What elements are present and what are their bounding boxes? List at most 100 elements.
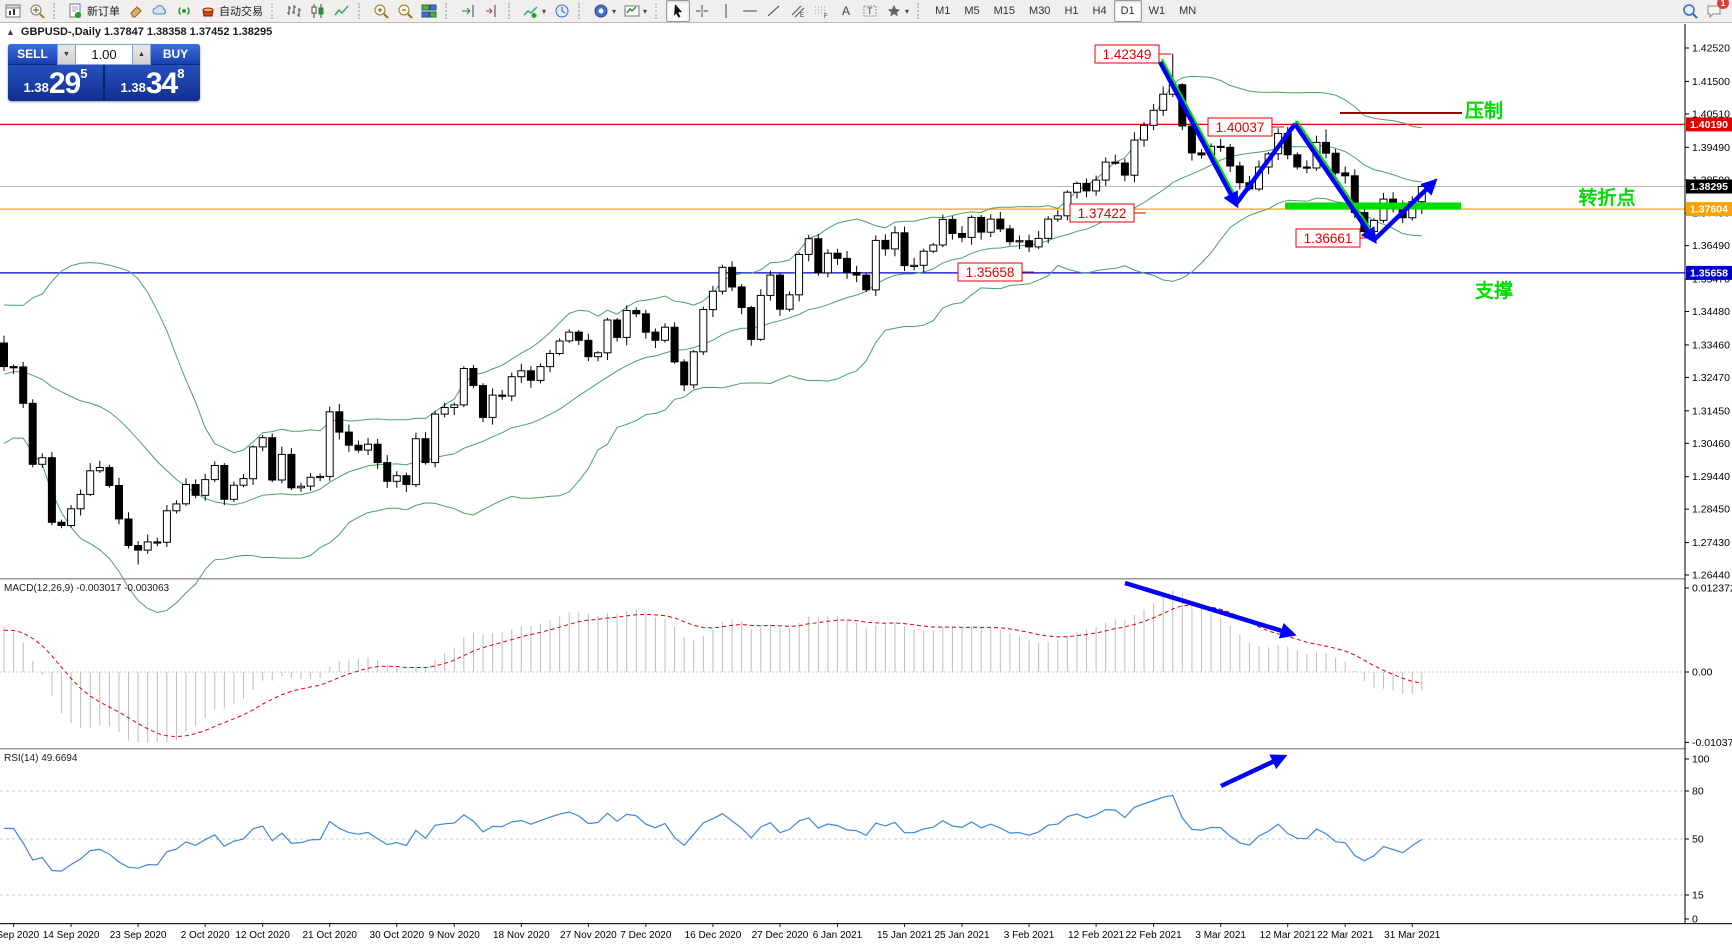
candle-body: [1380, 199, 1387, 220]
candle-body: [173, 504, 180, 511]
candle-body: [1, 343, 8, 367]
date-axis-label: 31 Mar 2021: [1384, 930, 1441, 941]
candle-body: [1006, 229, 1013, 242]
price-axis-label: 1.41500: [1692, 76, 1730, 88]
candle-body: [211, 466, 218, 480]
candle-body: [183, 485, 190, 504]
candle-body: [499, 395, 506, 396]
candle-body: [288, 454, 295, 487]
candle-body: [527, 371, 534, 381]
sell-price-point: 5: [80, 66, 87, 81]
candle-body: [163, 511, 170, 543]
candle-body: [412, 439, 419, 485]
candle-body: [901, 233, 908, 266]
rsi-trend-arrow[interactable]: [1221, 757, 1283, 786]
candle-body: [1102, 162, 1109, 180]
candle-body: [48, 458, 55, 523]
candle-body: [154, 542, 161, 543]
resistance-annotation: 压制: [1465, 99, 1503, 122]
candle-body: [930, 245, 937, 251]
candle-body: [1074, 183, 1081, 192]
mt4-terminal: { "toolbar": { "groups": [ {"name":"wind…: [0, 0, 1732, 944]
pane-separator[interactable]: [0, 748, 1685, 750]
price-axis-label: 1.27430: [1692, 537, 1730, 549]
candle-body: [336, 412, 343, 432]
candle-body: [192, 485, 199, 496]
support-annotation: 支撑: [1474, 279, 1513, 302]
date-axis-label: 4 Sep 2020: [0, 930, 40, 941]
candle-body: [384, 463, 391, 482]
candle-body: [345, 432, 352, 445]
candle-body: [29, 403, 36, 464]
candle-body: [767, 275, 774, 295]
zigzag-arrow-segment[interactable]: [1295, 124, 1374, 240]
candle-body: [1035, 238, 1042, 247]
price-axis-badge-text: 1.38295: [1690, 181, 1728, 193]
candle-body: [575, 332, 582, 340]
candle-body: [10, 367, 17, 368]
date-axis-label: 30 Oct 2020: [370, 930, 425, 941]
sell-price[interactable]: 1.38 29 5: [8, 65, 103, 101]
buy-price[interactable]: 1.38 34 8: [105, 65, 200, 101]
candle-body: [959, 234, 966, 238]
date-axis-label: 18 Nov 2020: [493, 930, 550, 941]
macd-trend-arrow[interactable]: [1125, 583, 1292, 634]
date-axis-label: 12 Feb 2021: [1068, 930, 1125, 941]
date-axis-label: 9 Nov 2020: [429, 930, 481, 941]
candle-body: [393, 476, 400, 482]
pane-separator[interactable]: [0, 578, 1685, 580]
price-chart[interactable]: 1.423491.400371.374221.366611.35658压制转折点…: [0, 0, 1732, 944]
volume-increase-button[interactable]: ▲: [132, 44, 151, 65]
candle-body: [949, 219, 956, 233]
candle-body: [489, 395, 496, 417]
candle-body: [1198, 153, 1205, 155]
date-axis-label: 2 Oct 2020: [181, 930, 230, 941]
date-axis-label: 25 Jan 2021: [934, 930, 989, 941]
candle-body: [135, 546, 142, 551]
collapse-panel-icon[interactable]: ▲: [6, 27, 15, 37]
price-axis-label: 1.26440: [1692, 570, 1730, 582]
candle-body: [1121, 163, 1128, 175]
price-axis-label: 1.39490: [1692, 142, 1730, 154]
rsi-axis-label: 0: [1692, 914, 1698, 926]
price-axis-badge-text: 1.40190: [1690, 119, 1728, 131]
candle-body: [920, 251, 927, 265]
candle-body: [1160, 94, 1167, 110]
candle-body: [480, 386, 487, 418]
volume-decrease-button[interactable]: ▼: [57, 44, 76, 65]
turning-point-annotation: 转折点: [1578, 186, 1635, 209]
candle-body: [326, 412, 333, 477]
candle-body: [403, 476, 410, 485]
bollinger-lower: [4, 198, 1422, 612]
candle-body: [633, 311, 640, 314]
candle-body: [671, 327, 678, 362]
candle-body: [374, 444, 381, 462]
candle-body: [853, 273, 860, 276]
candle-body: [662, 327, 669, 340]
date-axis-label: 12 Oct 2020: [235, 930, 290, 941]
candle-body: [757, 295, 764, 339]
candle-body: [547, 354, 554, 367]
candle-body: [1294, 155, 1301, 167]
candle-body: [623, 311, 630, 338]
date-axis-label: 3 Feb 2021: [1004, 930, 1055, 941]
volume-input[interactable]: 1.00: [76, 44, 132, 65]
buy-button[interactable]: BUY: [151, 44, 200, 65]
sell-button[interactable]: SELL: [8, 44, 57, 65]
candle-body: [441, 408, 448, 415]
symbol-ohlc-text: GBPUSD-,Daily 1.37847 1.38358 1.37452 1.…: [21, 26, 272, 38]
candle-body: [125, 519, 132, 546]
candle-body: [1131, 140, 1138, 175]
candle-body: [748, 308, 755, 340]
candle-body: [1217, 146, 1224, 147]
price-axis-label: 1.34480: [1692, 306, 1730, 318]
price-axis-label: 1.31450: [1692, 405, 1730, 417]
rsi-axis-label: 50: [1692, 834, 1704, 846]
candle-body: [240, 479, 247, 486]
candle-body: [911, 265, 918, 266]
price-axis-label: 1.30460: [1692, 438, 1730, 450]
buy-price-point: 8: [177, 66, 184, 81]
candle-body: [863, 275, 870, 290]
one-click-trading-panel: SELL ▼ 1.00 ▲ BUY 1.38 29 5 1.38 34 8: [8, 44, 200, 101]
candle-body: [518, 371, 525, 377]
